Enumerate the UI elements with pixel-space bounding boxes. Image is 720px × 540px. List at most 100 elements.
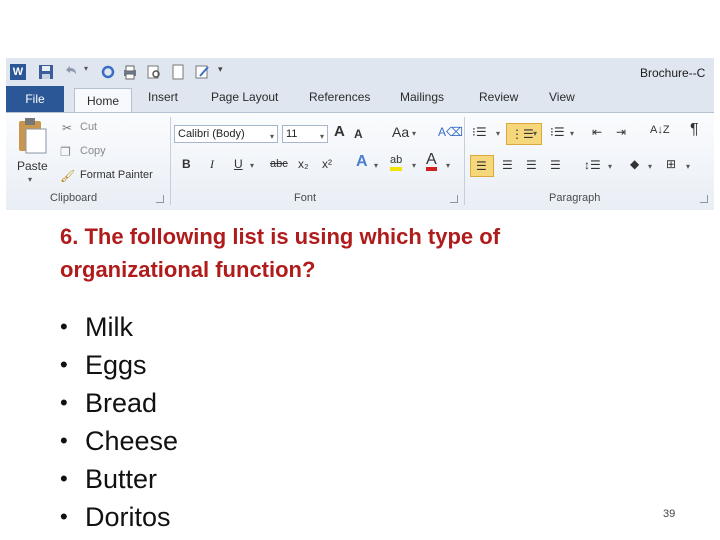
- print-icon[interactable]: [122, 64, 138, 80]
- divider: [170, 117, 171, 205]
- text-effects-icon[interactable]: A: [356, 154, 368, 170]
- font-size-value: 11: [286, 128, 298, 140]
- numbering-dropdown-icon: ▾: [533, 129, 538, 138]
- superscript-button[interactable]: x²: [322, 157, 332, 171]
- clipboard-dialog-launcher[interactable]: [156, 195, 164, 203]
- paste-dropdown-icon[interactable]: ▾: [28, 175, 32, 184]
- paragraph-group-label: Paragraph: [549, 192, 601, 204]
- list-item: • Doritos: [60, 498, 178, 536]
- change-case-dropdown-icon[interactable]: ▾: [412, 129, 416, 138]
- bullet-icon: •: [60, 466, 68, 491]
- shrink-font-button[interactable]: A: [354, 127, 363, 141]
- tab-mailings[interactable]: Mailings: [400, 90, 444, 104]
- undo-icon[interactable]: [62, 64, 78, 80]
- borders-dropdown-icon[interactable]: ▾: [686, 162, 690, 171]
- edit-icon[interactable]: [194, 64, 210, 80]
- align-right-icon[interactable]: ☰: [526, 158, 537, 172]
- decrease-indent-icon[interactable]: ⇤: [592, 125, 602, 139]
- divider: [464, 117, 465, 205]
- bullet-icon: •: [60, 504, 68, 529]
- strikethrough-button[interactable]: abc: [270, 157, 288, 171]
- chevron-down-icon: ▾: [319, 132, 324, 141]
- list-item: • Milk: [60, 308, 178, 346]
- list-item-text: Doritos: [85, 502, 171, 532]
- cut-button[interactable]: Cut: [80, 121, 97, 133]
- tab-file[interactable]: File: [6, 86, 64, 112]
- font-group-label: Font: [294, 192, 317, 204]
- word-icon: W: [10, 64, 26, 80]
- font-size-combo[interactable]: 11 ▾: [282, 125, 328, 143]
- paragraph-dialog-launcher[interactable]: [700, 195, 708, 203]
- page-number: 39: [663, 508, 676, 520]
- new-document-icon[interactable]: [170, 64, 186, 80]
- copy-icon: ❐: [60, 145, 71, 159]
- bullets-dropdown-icon[interactable]: ▾: [496, 129, 500, 138]
- ribbon-screenshot: W ▾ ▾ Brochure--C File Home Insert Page …: [6, 58, 714, 210]
- multilevel-list-icon[interactable]: ⁝☰: [550, 125, 565, 139]
- align-left-button[interactable]: ☰: [470, 155, 494, 177]
- font-color-icon[interactable]: A: [426, 152, 437, 171]
- line-spacing-dropdown-icon[interactable]: ▾: [608, 162, 612, 171]
- numbering-button[interactable]: ⋮☰ ▾: [506, 123, 542, 145]
- grow-font-button[interactable]: A: [334, 124, 345, 139]
- paste-label: Paste: [17, 159, 48, 173]
- format-painter-icon: 🖌: [60, 169, 76, 183]
- document-title: Brochure--C: [640, 66, 706, 80]
- bold-button[interactable]: B: [182, 157, 191, 171]
- subscript-button[interactable]: x₂: [298, 157, 309, 171]
- italic-button[interactable]: I: [210, 157, 214, 171]
- borders-icon[interactable]: ⊞: [666, 157, 676, 171]
- list-item-text: Butter: [85, 464, 158, 494]
- ribbon-tabs: File Home Insert Page Layout References …: [6, 86, 714, 112]
- bullet-icon: •: [60, 352, 68, 377]
- tab-review[interactable]: Review: [479, 90, 518, 104]
- customize-qat-icon[interactable]: ▾: [218, 64, 228, 80]
- quick-access-toolbar: W ▾ ▾ Brochure--C: [6, 58, 714, 86]
- font-dialog-launcher[interactable]: [450, 195, 458, 203]
- redo-icon[interactable]: [100, 64, 116, 80]
- clipboard-group-label: Clipboard: [50, 192, 98, 204]
- tab-references[interactable]: References: [309, 90, 370, 104]
- undo-dropdown-icon[interactable]: ▾: [84, 64, 92, 80]
- paste-button[interactable]: Paste ▾: [14, 117, 50, 187]
- tab-home[interactable]: Home: [74, 88, 132, 112]
- show-formatting-button[interactable]: ¶: [690, 122, 699, 138]
- shading-dropdown-icon[interactable]: ▾: [648, 162, 652, 171]
- shading-icon[interactable]: ◆: [630, 157, 639, 171]
- question-text: 6. The following list is using which typ…: [60, 224, 501, 282]
- font-name-combo[interactable]: Calibri (Body) ▾: [174, 125, 278, 143]
- justify-icon[interactable]: ☰: [550, 158, 561, 172]
- list-item: • Bread: [60, 384, 178, 422]
- highlight-dropdown-icon[interactable]: ▾: [412, 161, 416, 170]
- underline-button[interactable]: U: [234, 157, 243, 171]
- numbering-icon: ⋮☰: [511, 127, 534, 141]
- list-item: • Eggs: [60, 346, 178, 384]
- text-effects-dropdown-icon[interactable]: ▾: [374, 161, 378, 170]
- highlight-color-icon[interactable]: ab: [390, 153, 403, 171]
- tab-page-layout[interactable]: Page Layout: [211, 90, 278, 104]
- align-center-icon[interactable]: ☰: [502, 158, 513, 172]
- format-painter-button[interactable]: Format Painter: [80, 169, 153, 181]
- change-case-button[interactable]: Aa: [392, 125, 409, 139]
- increase-indent-icon[interactable]: ⇥: [616, 125, 626, 139]
- underline-dropdown-icon[interactable]: ▾: [250, 161, 254, 170]
- line-spacing-icon[interactable]: ↕☰: [584, 158, 601, 172]
- multilevel-dropdown-icon[interactable]: ▾: [570, 129, 574, 138]
- print-preview-icon[interactable]: [146, 64, 162, 80]
- bullet-icon: •: [60, 314, 68, 339]
- bullet-icon: •: [60, 428, 68, 453]
- clear-formatting-icon[interactable]: A⌫: [438, 125, 463, 139]
- list-item-text: Milk: [85, 312, 133, 342]
- bullets-icon[interactable]: ⁝☰: [472, 125, 487, 139]
- sort-icon[interactable]: A↓Z: [650, 123, 670, 137]
- copy-button[interactable]: Copy: [80, 145, 106, 157]
- font-color-dropdown-icon[interactable]: ▾: [446, 161, 450, 170]
- tab-insert[interactable]: Insert: [148, 90, 178, 104]
- tab-view[interactable]: View: [549, 90, 575, 104]
- ribbon-home: Paste ▾ ✂ Cut ❐ Copy 🖌 Format Painter Cl…: [6, 112, 714, 210]
- align-left-icon: ☰: [476, 159, 487, 173]
- list-item: • Butter: [60, 460, 178, 498]
- list-item-text: Cheese: [85, 426, 179, 456]
- save-icon[interactable]: [38, 64, 54, 80]
- list-item-text: Eggs: [85, 350, 147, 380]
